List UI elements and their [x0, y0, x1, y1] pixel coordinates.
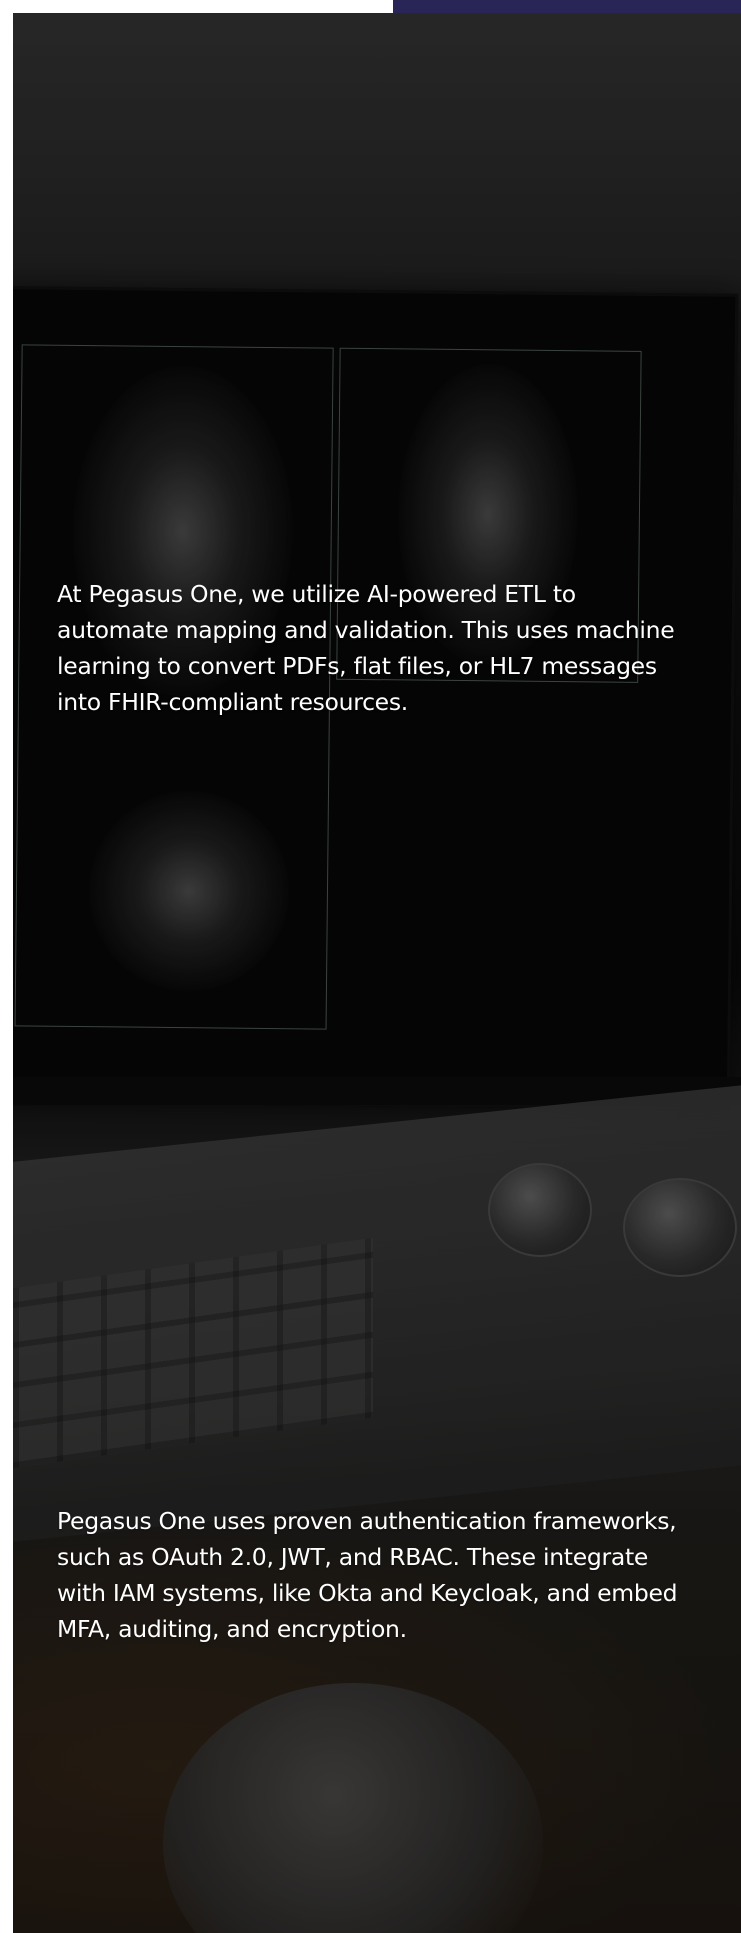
auth-paragraph: Pegasus One uses proven authentication f… — [57, 1507, 678, 1643]
page: At Pegasus One, we utilize AI-powered ET… — [0, 0, 741, 1933]
top-accent-bar — [393, 0, 741, 13]
etl-paragraph: At Pegasus One, we utilize AI-powered ET… — [57, 580, 675, 716]
